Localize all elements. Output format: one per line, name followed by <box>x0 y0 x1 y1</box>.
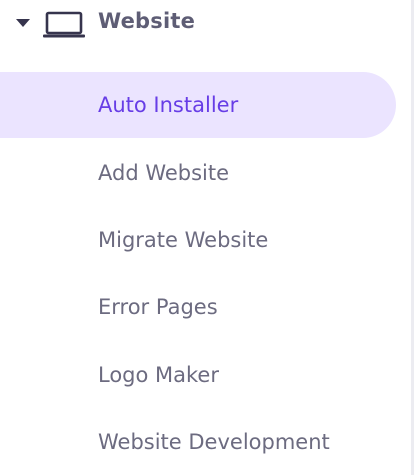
section-title: Website <box>98 9 196 33</box>
menu-item-label: Add Website <box>98 161 230 185</box>
menu-item-migrate-website[interactable]: Migrate Website <box>0 207 396 273</box>
menu-item-label: Logo Maker <box>98 363 219 387</box>
menu-item-label: Migrate Website <box>98 228 269 252</box>
caret-down-icon[interactable] <box>16 19 30 27</box>
menu-item-label: Error Pages <box>98 295 218 319</box>
menu-item-label: Website Development <box>98 430 330 454</box>
website-section-header[interactable]: Website <box>0 0 410 48</box>
menu-item-error-pages[interactable]: Error Pages <box>0 274 396 340</box>
menu-item-logo-maker[interactable]: Logo Maker <box>0 342 396 408</box>
menu-item-auto-installer[interactable]: Auto Installer <box>0 72 396 138</box>
menu-item-add-website[interactable]: Add Website <box>0 140 396 206</box>
menu-item-label: Auto Installer <box>98 93 239 117</box>
laptop-icon <box>43 11 85 38</box>
menu-item-website-development[interactable]: Website Development <box>0 409 396 475</box>
